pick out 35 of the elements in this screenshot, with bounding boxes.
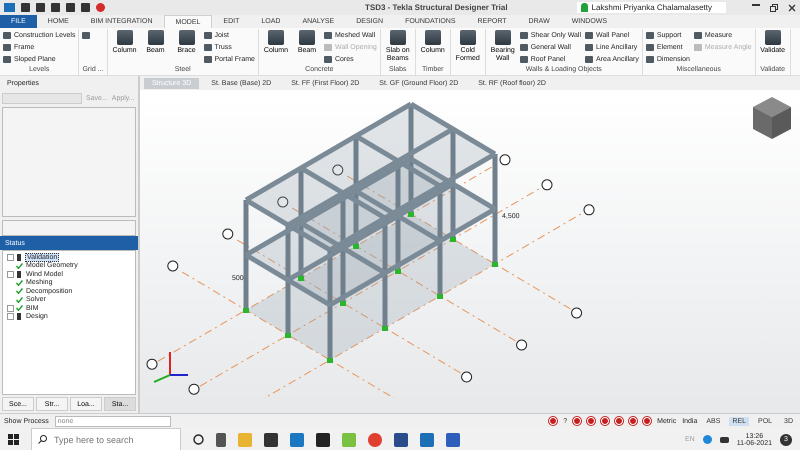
expand-icon[interactable] bbox=[7, 254, 14, 261]
expand-icon[interactable] bbox=[7, 304, 14, 312]
tool-icon bbox=[460, 30, 476, 45]
search-field[interactable]: Type here to search bbox=[31, 428, 181, 450]
tool-icon bbox=[764, 30, 781, 45]
tool-icon bbox=[424, 30, 441, 45]
windows-logo-icon[interactable] bbox=[8, 434, 19, 445]
app-logo-icon bbox=[4, 3, 15, 12]
pin-icon bbox=[17, 270, 21, 278]
axis-triad-icon bbox=[154, 352, 188, 383]
search-icon bbox=[38, 435, 47, 444]
user-badge[interactable]: Lakshmi Priyanka Chalamalasetty bbox=[576, 2, 726, 13]
tool-icon bbox=[116, 30, 132, 45]
expand-icon[interactable] bbox=[7, 270, 14, 278]
tool-icon bbox=[148, 30, 164, 45]
tool-icon bbox=[82, 32, 90, 38]
status-indicator-icon[interactable] bbox=[549, 417, 558, 425]
pin-icon bbox=[17, 254, 21, 261]
tool-icon bbox=[178, 30, 194, 45]
minimize-icon[interactable] bbox=[752, 4, 760, 6]
tool-icon bbox=[494, 30, 511, 45]
tool-icon bbox=[298, 30, 315, 45]
restore-icon[interactable] bbox=[770, 4, 778, 12]
close-icon[interactable] bbox=[788, 4, 796, 12]
expand-icon[interactable] bbox=[7, 313, 14, 320]
view-cube-icon[interactable] bbox=[752, 96, 792, 140]
ribbon-button[interactable] bbox=[82, 29, 90, 41]
window-title: TSD3 - Tekla Structural Designer Trial bbox=[365, 3, 509, 12]
user-icon bbox=[580, 3, 588, 12]
check-icon bbox=[16, 262, 23, 269]
pin-icon bbox=[17, 313, 21, 320]
tool-icon bbox=[390, 30, 406, 45]
stop-icon[interactable] bbox=[96, 3, 105, 12]
tool-icon bbox=[268, 30, 284, 45]
circle-icon[interactable] bbox=[193, 434, 204, 445]
